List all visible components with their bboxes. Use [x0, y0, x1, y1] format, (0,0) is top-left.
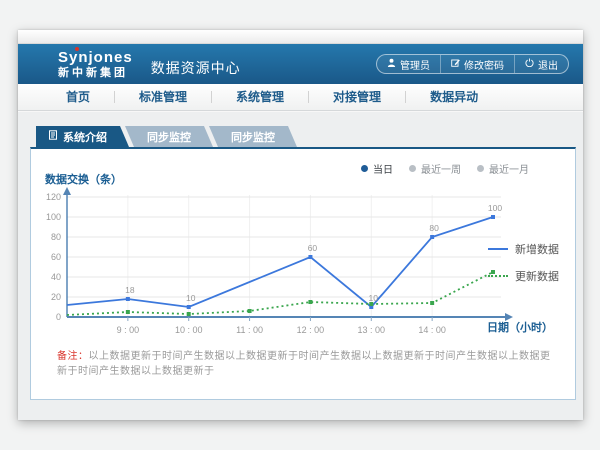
tab-label: 同步监控 — [231, 129, 275, 145]
nav-item-data-change[interactable]: 数据异动 — [406, 91, 502, 103]
range-option-last-month[interactable]: 最近一月 — [477, 161, 529, 176]
svg-text:80: 80 — [429, 223, 439, 233]
content-area: 系统介绍 同步监控 同步监控 当日 最近一周 — [18, 112, 583, 420]
radio-label: 最近一周 — [421, 161, 461, 176]
line-chart: 0 20 40 60 80 100 120 9 : 00 10 : 00 11 : 00 12 : … — [39, 185, 517, 345]
chart-legend: 新增数据 更新数据 — [488, 241, 559, 295]
footnote: 备注：以上数据更新于时间产生数据以上数据更新于时间产生数据以上数据更新于时间产生… — [57, 347, 559, 377]
company-logo: Synjones 新中新集团 — [58, 50, 133, 79]
logo-text-en: Synjones — [58, 50, 133, 65]
svg-text:80: 80 — [51, 232, 61, 242]
dotted-line-swatch — [488, 275, 508, 277]
svg-text:18: 18 — [125, 285, 135, 295]
page-title: 数据资源中心 — [151, 58, 241, 78]
tab-bar: 系统介绍 同步监控 同步监控 — [36, 126, 583, 147]
svg-text:100: 100 — [46, 212, 61, 222]
power-icon — [525, 58, 534, 70]
nav-item-standard-mgmt[interactable]: 标准管理 — [115, 91, 212, 103]
svg-text:12 : 00: 12 : 00 — [297, 325, 325, 335]
radio-label: 最近一月 — [489, 161, 529, 176]
tab-label: 系统介绍 — [63, 129, 107, 145]
tab-label: 同步监控 — [147, 129, 191, 145]
nav-item-system-mgmt[interactable]: 系统管理 — [212, 91, 309, 103]
svg-text:40: 40 — [51, 272, 61, 282]
svg-text:60: 60 — [308, 243, 318, 253]
app-window: Synjones 新中新集团 数据资源中心 管理员 修改密码 退出 — [18, 30, 583, 420]
radio-unselected-icon — [409, 165, 416, 172]
logo-text-cn: 新中新集团 — [58, 68, 133, 79]
x-axis-title: 日期（小时） — [487, 319, 553, 335]
svg-text:60: 60 — [51, 252, 61, 262]
logo-red-accent — [75, 47, 79, 51]
legend-label: 更新数据 — [515, 268, 559, 284]
footnote-prefix: 备注： — [57, 351, 89, 362]
range-option-today[interactable]: 当日 — [361, 161, 393, 176]
range-radio-group: 当日 最近一周 最近一月 — [361, 161, 529, 176]
legend-item-updated-data[interactable]: 更新数据 — [488, 268, 559, 284]
solid-line-swatch — [488, 248, 508, 250]
svg-text:120: 120 — [46, 192, 61, 202]
document-icon — [48, 130, 58, 143]
app-header: Synjones 新中新集团 数据资源中心 管理员 修改密码 退出 — [18, 44, 583, 84]
nav-item-home[interactable]: 首页 — [42, 91, 115, 103]
logout-button[interactable]: 退出 — [515, 55, 568, 73]
change-password-label: 修改密码 — [464, 57, 504, 72]
tab-sync-monitor-2[interactable]: 同步监控 — [209, 126, 297, 147]
svg-text:9 : 00: 9 : 00 — [117, 325, 140, 335]
logout-label: 退出 — [538, 57, 558, 72]
tab-system-intro[interactable]: 系统介绍 — [36, 126, 129, 147]
user-menu-button[interactable]: 管理员 — [377, 55, 441, 73]
svg-text:10: 10 — [186, 293, 196, 303]
user-icon — [387, 58, 396, 70]
svg-text:14 : 00: 14 : 00 — [418, 325, 446, 335]
legend-label: 新增数据 — [515, 241, 559, 257]
svg-text:13 : 00: 13 : 00 — [358, 325, 386, 335]
user-toolbar: 管理员 修改密码 退出 — [376, 54, 569, 74]
legend-item-new-data[interactable]: 新增数据 — [488, 241, 559, 257]
svg-text:0: 0 — [56, 312, 61, 322]
user-label: 管理员 — [400, 57, 430, 72]
nav-item-interface-mgmt[interactable]: 对接管理 — [309, 91, 406, 103]
svg-text:10 : 00: 10 : 00 — [175, 325, 203, 335]
svg-text:10: 10 — [369, 293, 379, 303]
svg-text:11 : 00: 11 : 00 — [236, 325, 263, 335]
edit-icon — [451, 58, 460, 70]
svg-text:20: 20 — [51, 292, 61, 302]
radio-selected-icon — [361, 165, 368, 172]
svg-text:100: 100 — [488, 203, 502, 213]
footnote-text: 以上数据更新于时间产生数据以上数据更新于时间产生数据以上数据更新于时间产生数据以… — [57, 351, 551, 377]
chart-panel: 当日 最近一周 最近一月 数据交换（条） 0204060801001209 : … — [30, 147, 576, 400]
main-nav: 首页 标准管理 系统管理 对接管理 数据异动 — [18, 84, 583, 111]
radio-label: 当日 — [373, 161, 393, 176]
radio-unselected-icon — [477, 165, 484, 172]
window-top-strip — [18, 30, 583, 44]
range-option-last-week[interactable]: 最近一周 — [409, 161, 461, 176]
tab-sync-monitor-1[interactable]: 同步监控 — [125, 126, 213, 147]
change-password-button[interactable]: 修改密码 — [441, 55, 515, 73]
